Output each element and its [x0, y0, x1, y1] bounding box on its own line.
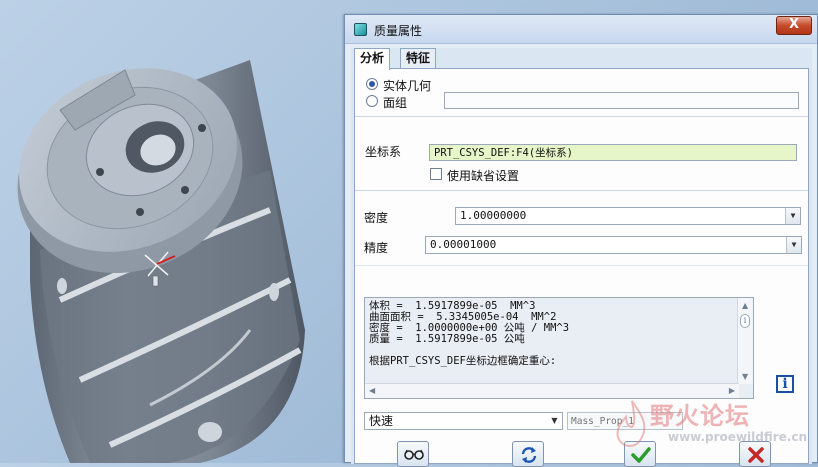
- scroll-right-icon[interactable]: ▶: [729, 386, 735, 395]
- use-default-label: 使用缺省设置: [447, 169, 520, 183]
- cancel-button[interactable]: [739, 441, 771, 467]
- cancel-x-icon: [748, 447, 764, 463]
- mode-value: 快速: [369, 414, 394, 428]
- ok-button[interactable]: [624, 441, 656, 467]
- dialog-title: 质量属性: [374, 24, 423, 38]
- density-label: 密度: [364, 211, 389, 225]
- separator: [355, 116, 808, 117]
- results-horizontal-scrollbar[interactable]: ◀ ▶: [365, 383, 739, 398]
- result-line-center-of-gravity: 根据PRT_CSYS_DEF坐标边框确定重心:: [369, 355, 557, 367]
- scroll-down-icon[interactable]: ▼: [742, 372, 748, 381]
- glasses-icon: [404, 449, 424, 460]
- info-icon[interactable]: i: [776, 375, 794, 393]
- preview-button[interactable]: [397, 441, 429, 467]
- dialog-app-icon: [354, 23, 367, 36]
- cylinder-part-model: [17, 60, 305, 463]
- parameter-name-input[interactable]: [567, 412, 683, 430]
- results-vertical-scrollbar[interactable]: ▲ i ▼: [737, 298, 753, 384]
- result-line-mass: 质量 = 1.5917899e-05 公吨: [369, 333, 525, 345]
- csys-label: 坐标系: [365, 145, 402, 159]
- repeat-icon: [521, 447, 537, 463]
- dialog-content: 分析 特征 实体几何 面组 坐标系 PRT_CSYS_DEF:F4(坐标系) 使…: [351, 48, 812, 467]
- scroll-thumb-icon[interactable]: i: [740, 314, 750, 328]
- density-select[interactable]: 1.00000000 ▼: [455, 207, 801, 225]
- accuracy-value: 0.00001000: [430, 238, 497, 251]
- chevron-down-icon[interactable]: ▼: [786, 237, 801, 253]
- close-button[interactable]: X: [776, 16, 812, 35]
- density-value: 1.00000000: [460, 209, 527, 222]
- results-textbox[interactable]: 体积 = 1.5917899e-05 MM^3 曲面面积 = 5.3345005…: [364, 297, 754, 399]
- analysis-tab-panel: 实体几何 面组 坐标系 PRT_CSYS_DEF:F4(坐标系) 使用缺省设置 …: [354, 68, 809, 467]
- quilt-radio[interactable]: [366, 95, 378, 107]
- accuracy-select[interactable]: 0.00001000 ▼: [425, 236, 802, 254]
- solid-geometry-radio[interactable]: [366, 78, 378, 90]
- chevron-down-icon[interactable]: ▼: [547, 413, 562, 429]
- model-viewport[interactable]: [0, 0, 345, 463]
- results-text: 体积 = 1.5917899e-05 MM^3 曲面面积 = 5.3345005…: [369, 301, 737, 367]
- checkmark-icon: [631, 447, 651, 463]
- tab-features[interactable]: 特征: [400, 48, 437, 69]
- mode-select[interactable]: 快速 ▼: [364, 412, 563, 430]
- csys-field[interactable]: PRT_CSYS_DEF:F4(坐标系): [429, 144, 797, 161]
- quilt-label: 面组: [383, 96, 408, 110]
- quilt-field[interactable]: [444, 92, 799, 109]
- dialog-titlebar[interactable]: 质量属性 X: [345, 15, 817, 44]
- mass-properties-dialog: 质量属性 X 分析 特征 实体几何 面组 坐标系 PRT_CSYS_DEF:F4…: [344, 14, 818, 467]
- scroll-up-icon[interactable]: ▲: [742, 301, 748, 310]
- chevron-down-icon[interactable]: ▼: [785, 208, 800, 224]
- use-default-checkbox[interactable]: [430, 168, 442, 180]
- separator: [355, 265, 808, 266]
- accuracy-label: 精度: [364, 241, 389, 255]
- separator: [355, 190, 808, 191]
- repeat-button[interactable]: [512, 441, 544, 467]
- solid-geometry-label: 实体几何: [383, 79, 432, 93]
- tab-analysis[interactable]: 分析: [354, 48, 391, 70]
- scroll-left-icon[interactable]: ◀: [369, 386, 375, 395]
